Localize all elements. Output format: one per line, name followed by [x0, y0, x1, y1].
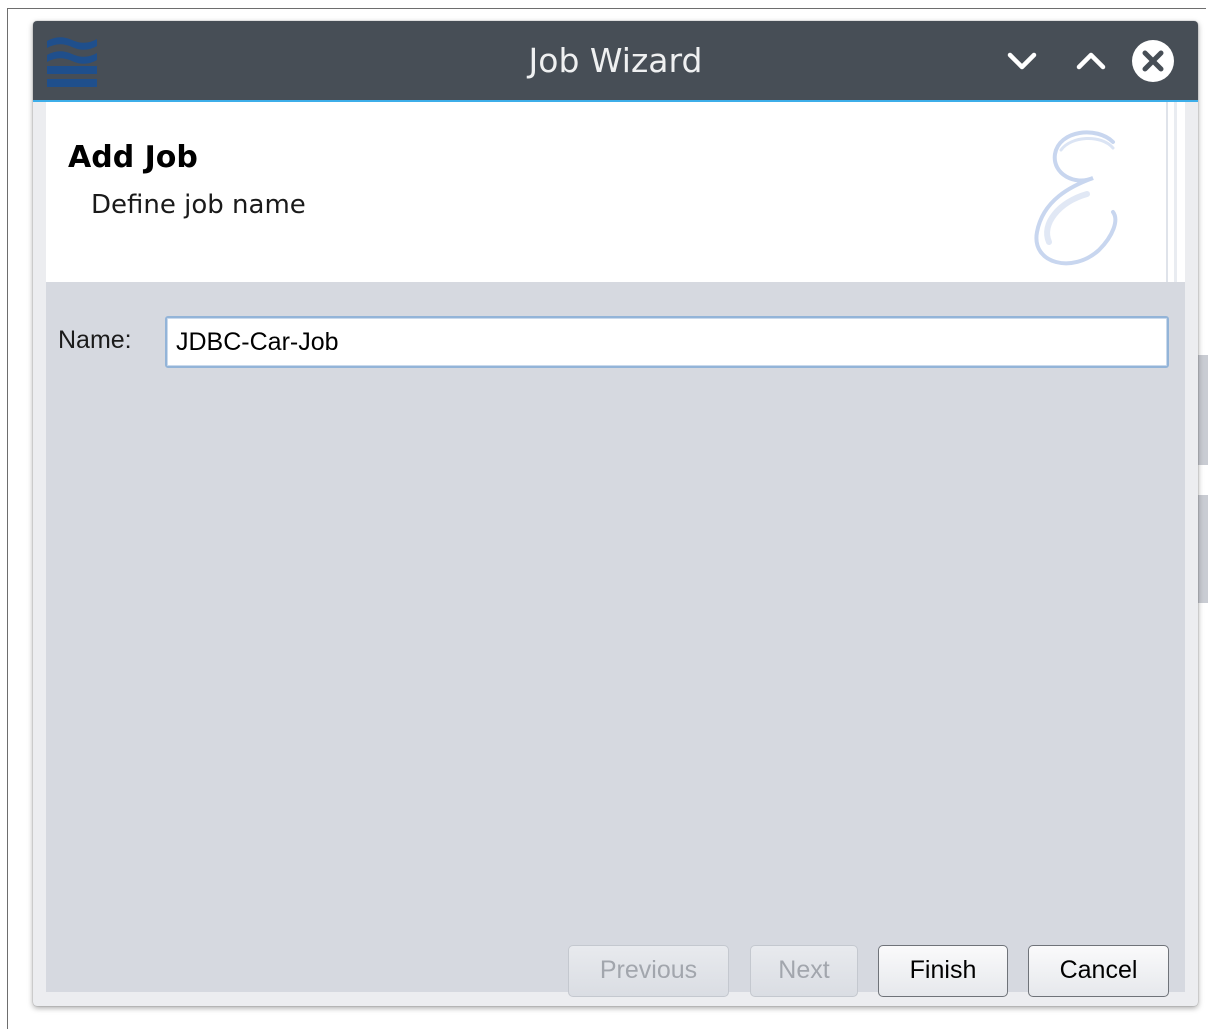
- name-label: Name:: [58, 326, 132, 354]
- cancel-button[interactable]: Cancel: [1028, 945, 1169, 997]
- wizard-header: Add Job Define job name: [46, 102, 1185, 282]
- chevron-up-icon: [1076, 52, 1106, 70]
- wizard-content: Add Job Define job name Name: Previous N…: [46, 102, 1185, 997]
- header-divider: [1166, 102, 1168, 282]
- background-window-edge: [1197, 495, 1208, 603]
- close-circle-icon: [1132, 40, 1174, 82]
- previous-button[interactable]: Previous: [568, 945, 729, 997]
- chevron-down-icon: [1007, 52, 1037, 70]
- finish-button[interactable]: Finish: [878, 945, 1008, 997]
- wizard-step-title: Add Job: [68, 140, 198, 175]
- job-name-input[interactable]: [165, 316, 1169, 368]
- title-bar[interactable]: Job Wizard: [33, 21, 1198, 102]
- script-e-watermark-icon: [1034, 130, 1118, 266]
- header-divider: [1174, 102, 1177, 282]
- close-button[interactable]: [1131, 39, 1175, 83]
- next-button[interactable]: Next: [750, 945, 858, 997]
- maximize-button[interactable]: [1069, 39, 1113, 83]
- minimize-button[interactable]: [1000, 39, 1044, 83]
- wizard-step-description: Define job name: [91, 190, 306, 220]
- job-wizard-dialog: Job Wizard Add Job Define job name Name:…: [33, 21, 1198, 1006]
- background-window-edge: [1197, 355, 1208, 465]
